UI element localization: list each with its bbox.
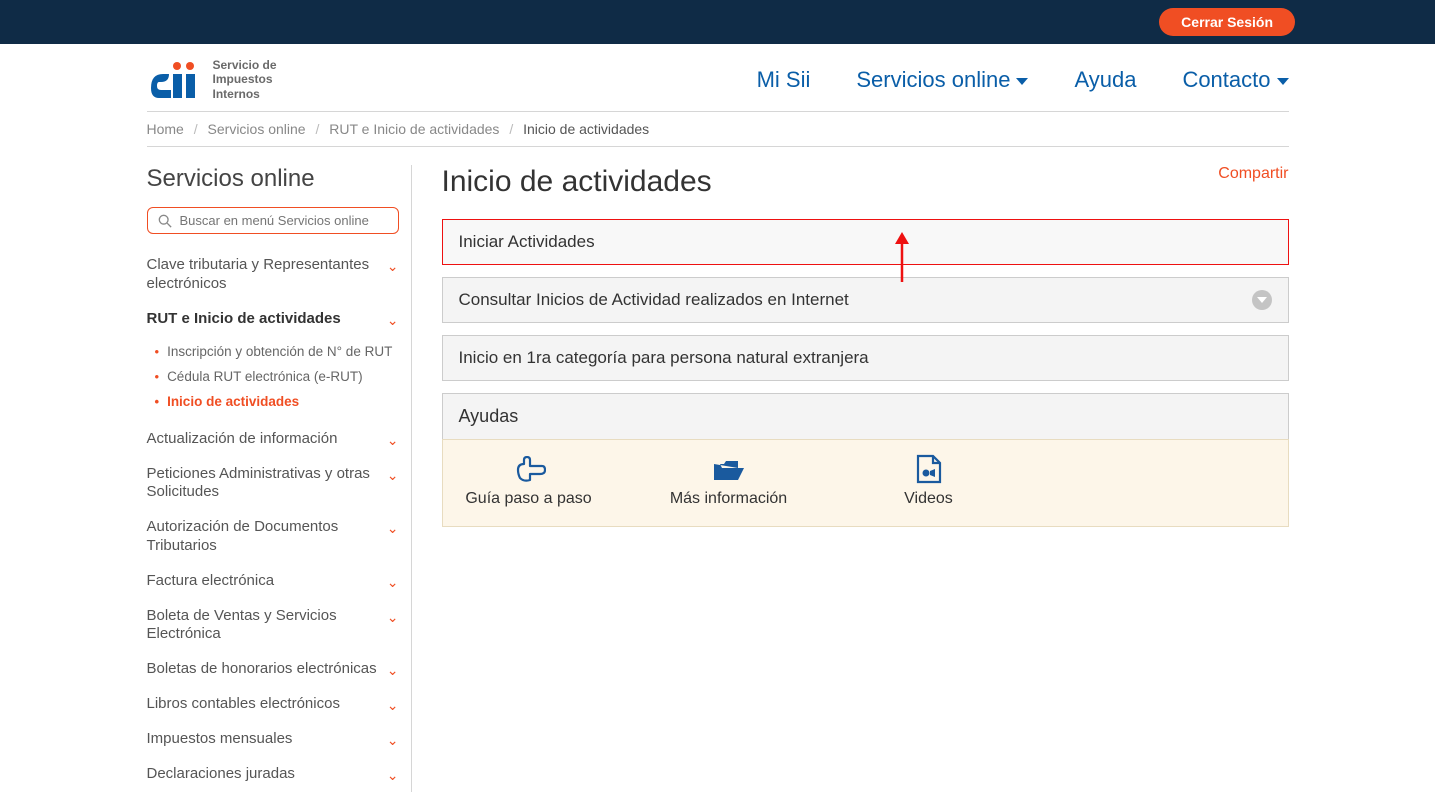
chevron-down-icon: ⌄ (387, 258, 399, 275)
chevron-down-icon: ⌄ (387, 312, 399, 329)
panel-label: Inicio en 1ra categoría para persona nat… (459, 348, 869, 368)
chevron-down-icon: ⌄ (387, 432, 399, 449)
panel-inicio-extranjera[interactable]: Inicio en 1ra categoría para persona nat… (442, 335, 1289, 381)
share-link[interactable]: Compartir (1218, 165, 1288, 183)
ayuda-mas-informacion[interactable]: Más información (659, 458, 799, 508)
nav-ayuda[interactable]: Ayuda (1074, 67, 1136, 93)
sii-logo-icon (147, 60, 203, 100)
chevron-down-icon: ⌄ (387, 662, 399, 679)
hand-pointer-icon (512, 456, 546, 484)
ayudas-body: Guía paso a paso Más información Vi (442, 439, 1289, 527)
sidebar-item-boleta-ventas[interactable]: Boleta de Ventas y Servicios Electrónica… (147, 599, 399, 653)
logo[interactable]: Servicio de Impuestos Internos (147, 58, 277, 101)
chevron-down-icon: ⌄ (387, 467, 399, 484)
ayuda-label: Videos (904, 490, 953, 508)
logo-text: Servicio de Impuestos Internos (213, 58, 277, 101)
annotation-arrow-icon (893, 232, 911, 282)
chevron-down-icon: ⌄ (387, 732, 399, 749)
search-icon (158, 214, 172, 228)
ayuda-guia[interactable]: Guía paso a paso (459, 456, 599, 508)
breadcrumb: Home / Servicios online / RUT e Inicio d… (147, 111, 1289, 147)
sidebar-item-boletas-honorarios[interactable]: Boletas de honorarios electrónicas ⌄ (147, 652, 399, 687)
crumb-rut[interactable]: RUT e Inicio de actividades (329, 121, 499, 137)
sidebar-item-factura[interactable]: Factura electrónica ⌄ (147, 564, 399, 599)
sidebar-item-impuestos[interactable]: Impuestos mensuales ⌄ (147, 722, 399, 757)
panel-iniciar-actividades[interactable]: Iniciar Actividades (442, 219, 1289, 265)
panel-consultar-inicios[interactable]: Consultar Inicios de Actividad realizado… (442, 277, 1289, 323)
search-input[interactable] (180, 213, 388, 228)
crumb-current: Inicio de actividades (523, 121, 649, 137)
chevron-down-icon (1016, 78, 1028, 85)
chevron-down-icon: ⌄ (387, 609, 399, 626)
ayuda-label: Guía paso a paso (465, 490, 591, 508)
panel-label: Iniciar Actividades (459, 232, 595, 252)
chevron-down-icon (1277, 78, 1289, 85)
ayuda-videos[interactable]: Videos (859, 454, 999, 508)
ayudas-header: Ayudas (442, 393, 1289, 439)
sidebar-item-declaraciones[interactable]: Declaraciones juradas ⌄ (147, 757, 399, 792)
sidebar-subitem-cedula[interactable]: Cédula RUT electrónica (e-RUT) (155, 364, 399, 389)
sidebar-item-libros[interactable]: Libros contables electrónicos ⌄ (147, 687, 399, 722)
chevron-down-icon: ⌄ (387, 520, 399, 537)
logout-button[interactable]: Cerrar Sesión (1159, 8, 1295, 36)
sidebar-item-rut[interactable]: RUT e Inicio de actividades ⌄ (147, 302, 399, 337)
sidebar-subitems-rut: Inscripción y obtención de N° de RUT Céd… (147, 337, 399, 422)
sidebar-title: Servicios online (147, 165, 399, 193)
crumb-servicios[interactable]: Servicios online (208, 121, 306, 137)
sidebar-item-clave[interactable]: Clave tributaria y Representantes electr… (147, 248, 399, 302)
sidebar-item-autorizacion[interactable]: Autorización de Documentos Tributarios ⌄ (147, 510, 399, 564)
chevron-down-icon: ⌄ (387, 767, 399, 784)
video-file-icon (915, 454, 943, 484)
chevron-down-icon: ⌄ (387, 697, 399, 714)
nav-contacto[interactable]: Contacto (1182, 67, 1288, 93)
folder-open-icon (712, 458, 746, 484)
sidebar-subitem-inicio[interactable]: Inicio de actividades (155, 389, 399, 414)
nav-misii[interactable]: Mi Sii (757, 67, 811, 93)
chevron-down-icon (1252, 290, 1272, 310)
search-box[interactable] (147, 207, 399, 234)
page-title: Inicio de actividades (442, 165, 1289, 199)
ayuda-label: Más información (670, 490, 787, 508)
panel-label: Consultar Inicios de Actividad realizado… (459, 290, 849, 310)
sidebar-item-actualizacion[interactable]: Actualización de información ⌄ (147, 422, 399, 457)
topbar: Cerrar Sesión (0, 0, 1435, 44)
header: Servicio de Impuestos Internos Mi Sii Se… (147, 44, 1289, 111)
crumb-home[interactable]: Home (147, 121, 184, 137)
sidebar-item-peticiones[interactable]: Peticiones Administrativas y otras Solic… (147, 457, 399, 511)
sidebar-subitem-inscripcion[interactable]: Inscripción y obtención de N° de RUT (155, 339, 399, 364)
nav-servicios-online[interactable]: Servicios online (856, 67, 1028, 93)
main-nav: Mi Sii Servicios online Ayuda Contacto (757, 67, 1289, 93)
chevron-down-icon: ⌄ (387, 574, 399, 591)
